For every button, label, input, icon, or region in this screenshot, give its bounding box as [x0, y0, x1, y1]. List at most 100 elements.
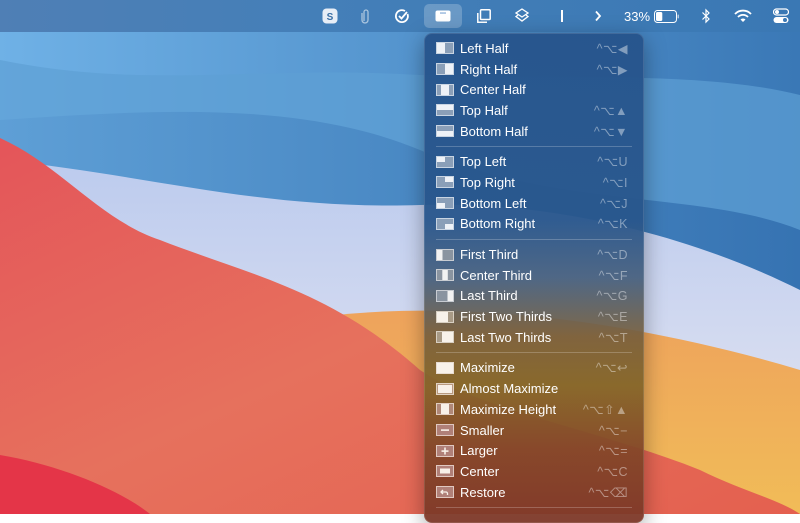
menu-item-label: Smaller	[460, 422, 505, 438]
menu-item-label: Top Right	[460, 174, 515, 190]
menu-item-label: Larger	[460, 443, 498, 459]
battery-percent: 33%	[623, 8, 651, 24]
center-half-icon	[436, 83, 454, 96]
skype-letter: S	[327, 12, 334, 23]
battery-fill	[656, 11, 663, 21]
maximize-icon	[436, 361, 454, 374]
keyboard-shortcut: ^⌥D	[597, 248, 628, 263]
menu-item-label: First Third	[460, 247, 519, 263]
bluetooth-icon[interactable]	[694, 4, 718, 28]
bottom-right-icon	[436, 217, 454, 230]
keyboard-shortcut: ^⌥⌫	[588, 485, 628, 500]
battery-status[interactable]: 33%	[622, 4, 682, 28]
keyboard-shortcut: ^⌥K	[597, 217, 628, 232]
wifi-icon[interactable]	[731, 4, 755, 28]
menu-item-label: Right Half	[460, 61, 518, 77]
menu-item-bottom-left[interactable]: Bottom Left ^⌥J	[424, 193, 644, 214]
keyboard-shortcut: ^⌥▲	[593, 103, 628, 118]
first-two-thirds-icon	[436, 310, 454, 323]
bottom-left-icon	[436, 197, 454, 210]
center-third-icon	[436, 269, 454, 282]
menu-item-smaller[interactable]: Smaller ^⌥−	[424, 420, 644, 441]
menu-item-last-two-thirds[interactable]: Last Two Thirds ^⌥T	[424, 327, 644, 348]
menu-item-right-half[interactable]: Right Half ^⌥▶	[424, 59, 644, 80]
menu-item-label: Last Third	[460, 288, 518, 304]
restore-icon	[436, 486, 454, 499]
menu-item-first-third[interactable]: First Third ^⌥D	[424, 244, 644, 265]
menu-item-restore[interactable]: Restore ^⌥⌫	[424, 482, 644, 503]
menu-item-label: Center Half	[460, 82, 526, 98]
left-half-icon	[436, 42, 454, 55]
menu-item-almost-maximize[interactable]: Almost Maximize	[424, 378, 644, 399]
menu-item-bottom-half[interactable]: Bottom Half ^⌥▼	[424, 121, 644, 142]
keyboard-shortcut: ^⌥▶	[596, 62, 628, 77]
menu-item-label: Bottom Right	[460, 216, 536, 232]
center-icon	[436, 465, 454, 478]
keyboard-shortcut: ^⌥T	[598, 330, 628, 345]
menu-separator	[436, 238, 632, 240]
text-cursor-icon[interactable]	[550, 4, 574, 28]
keyboard-shortcut: ^⌥E	[597, 310, 628, 325]
smaller-icon	[436, 424, 454, 437]
menu-separator	[436, 352, 632, 354]
top-half-icon	[436, 104, 454, 117]
menu-item-top-right[interactable]: Top Right ^⌥I	[424, 172, 644, 193]
chevron-right-icon[interactable]	[586, 4, 610, 28]
menu-item-maximize[interactable]: Maximize ^⌥↩	[424, 358, 644, 379]
window-manager-icon[interactable]	[424, 4, 462, 28]
menu-item-bottom-right[interactable]: Bottom Right ^⌥K	[424, 214, 644, 235]
keyboard-shortcut: ^⌥−	[598, 423, 628, 438]
menu-item-top-left[interactable]: Top Left ^⌥U	[424, 151, 644, 172]
menu-item-label: Maximize	[460, 360, 515, 376]
almost-maximize-icon	[436, 382, 454, 395]
menu-item-label: Bottom Left	[460, 195, 527, 211]
control-center-icon[interactable]	[769, 4, 793, 28]
menu-item-label: Last Two Thirds	[460, 329, 552, 345]
keyboard-shortcut: ^⌥J	[599, 196, 628, 211]
right-half-icon	[436, 63, 454, 76]
paperclip-icon[interactable]	[354, 4, 378, 28]
keyboard-shortcut: ^⌥=	[598, 444, 628, 459]
layers-icon[interactable]	[510, 4, 534, 28]
keyboard-shortcut: ^⌥I	[602, 175, 628, 190]
menu-item-top-half[interactable]: Top Half ^⌥▲	[424, 100, 644, 121]
menu-item-left-half[interactable]: Left Half ^⌥◀	[424, 38, 644, 59]
menu-item-center[interactable]: Center ^⌥C	[424, 461, 644, 482]
top-left-icon	[436, 155, 454, 168]
menu-bar: S 33%	[0, 0, 800, 32]
menu-item-last-third[interactable]: Last Third ^⌥G	[424, 286, 644, 307]
menu-item-center-half[interactable]: Center Half	[424, 79, 644, 100]
menu-separator	[436, 506, 632, 508]
keyboard-shortcut: ^⌥↩	[595, 361, 628, 376]
menu-item-first-two-thirds[interactable]: First Two Thirds ^⌥E	[424, 306, 644, 327]
checkmark-circle-icon[interactable]	[390, 4, 414, 28]
first-third-icon	[436, 248, 454, 261]
last-third-icon	[436, 289, 454, 302]
maximize-height-icon	[436, 403, 454, 416]
menu-item-label: Center Third	[460, 267, 533, 283]
menu-item-label: Restore	[460, 484, 506, 500]
menu-item-label: Almost Maximize	[460, 381, 559, 397]
keyboard-shortcut: ^⌥G	[596, 289, 628, 304]
menu-item-label: Top Half	[460, 102, 508, 118]
menu-item-label: Top Left	[460, 154, 507, 170]
keyboard-shortcut: ^⌥◀	[596, 41, 628, 56]
menu-item-larger[interactable]: Larger ^⌥=	[424, 440, 644, 461]
window-resize-icon[interactable]	[472, 4, 496, 28]
menu-item-label: Maximize Height	[460, 401, 557, 417]
battery-icon	[654, 9, 680, 23]
menu-item-center-third[interactable]: Center Third ^⌥F	[424, 265, 644, 286]
desktop-wallpaper	[0, 0, 800, 514]
window-layout-menu: Left Half ^⌥◀ Right Half ^⌥▶ Center Half Top …	[424, 33, 644, 523]
keyboard-shortcut: ^⌥⇧▲	[582, 402, 628, 417]
larger-icon	[436, 444, 454, 457]
menu-item-label: Left Half	[460, 40, 509, 56]
menu-item-label: Center	[460, 463, 500, 479]
keyboard-shortcut: ^⌥▼	[593, 124, 628, 139]
menu-item-maximize-height[interactable]: Maximize Height ^⌥⇧▲	[424, 399, 644, 420]
skype-icon[interactable]: S	[318, 4, 342, 28]
last-two-thirds-icon	[436, 331, 454, 344]
keyboard-shortcut: ^⌥C	[597, 464, 628, 479]
menu-item-label: First Two Thirds	[460, 309, 552, 325]
keyboard-shortcut: ^⌥F	[598, 268, 628, 283]
